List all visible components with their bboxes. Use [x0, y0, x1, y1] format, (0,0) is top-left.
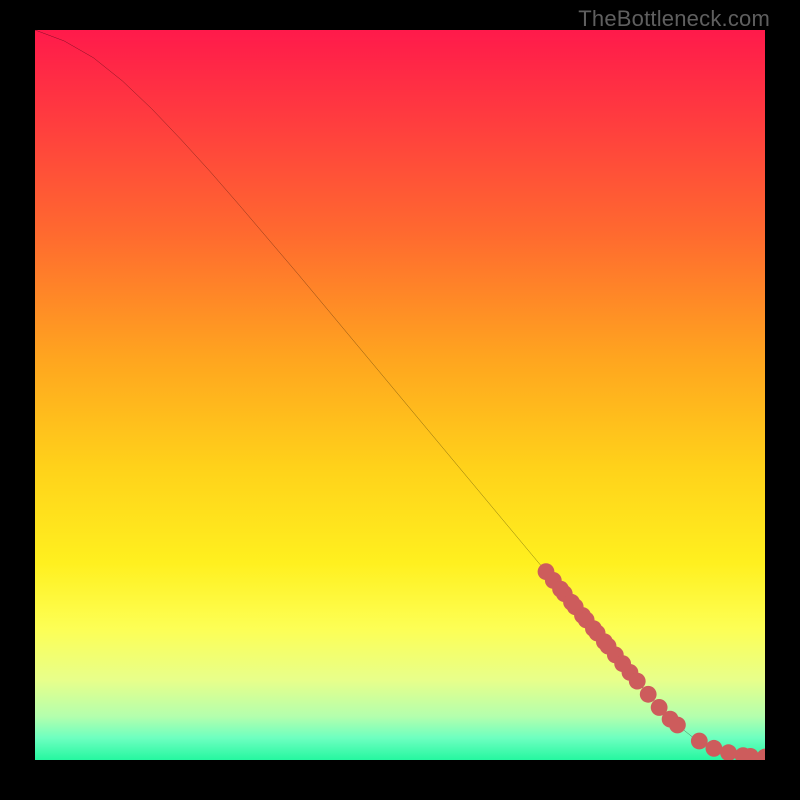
data-points: [538, 563, 765, 760]
data-point: [720, 744, 737, 760]
watermark-label: TheBottleneck.com: [578, 6, 770, 32]
data-point: [640, 686, 657, 703]
plot-area: [35, 30, 765, 760]
data-point: [669, 717, 686, 734]
data-point: [757, 749, 765, 760]
data-point: [629, 673, 646, 690]
data-point: [706, 740, 723, 757]
main-curve: [35, 30, 765, 757]
curve-layer: [35, 30, 765, 760]
data-point: [691, 733, 708, 750]
chart-frame: TheBottleneck.com: [0, 0, 800, 800]
